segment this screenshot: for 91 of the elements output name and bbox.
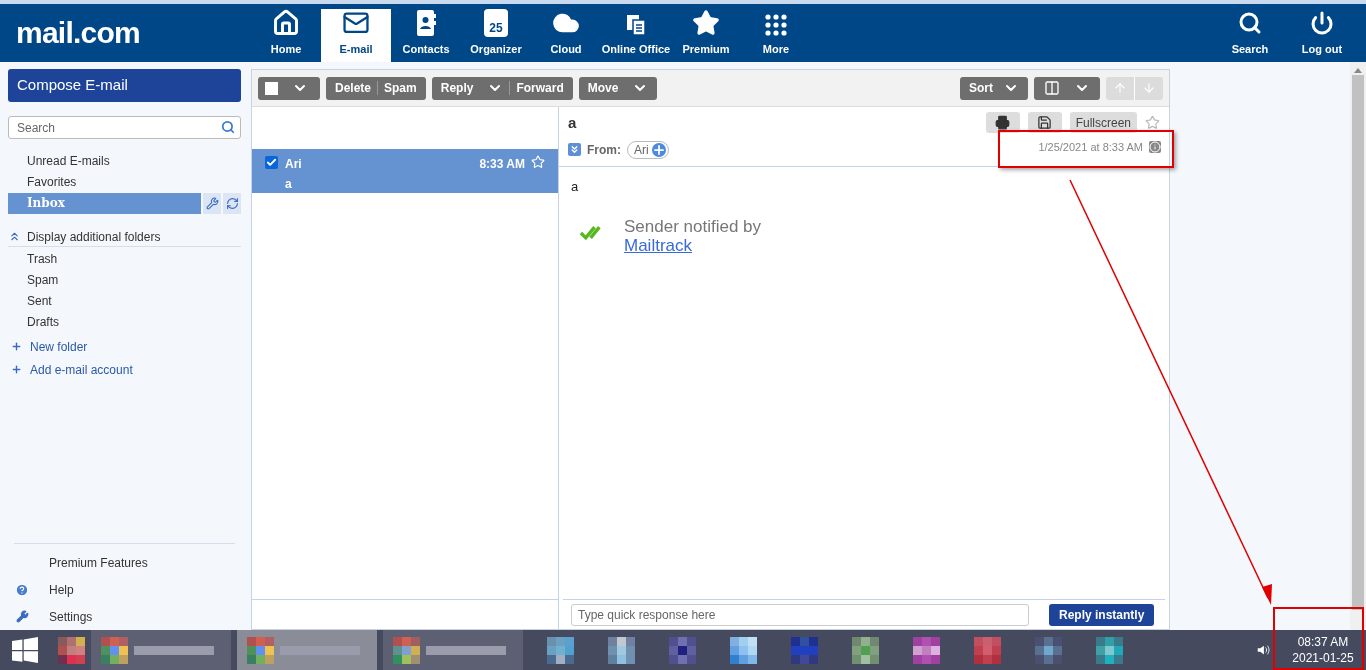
system-clock[interactable]: 08:37 AM 2021-01-25: [1280, 634, 1366, 666]
wrench-icon[interactable]: [15, 610, 29, 623]
expand-icon[interactable]: [568, 143, 581, 156]
quick-reply-field[interactable]: Type quick response here: [571, 604, 1029, 626]
toolbar-button[interactable]: Spam: [378, 79, 423, 97]
taskbar-window-button[interactable]: [91, 630, 231, 670]
wrench-icon[interactable]: [203, 193, 221, 214]
email-body: a: [571, 178, 580, 196]
nav-tab[interactable]: Cloud: [531, 4, 601, 62]
nav-tab[interactable]: Online Office: [601, 4, 671, 62]
plus-icon[interactable]: [11, 364, 22, 375]
folders-toggle[interactable]: Display additional folders: [27, 227, 161, 246]
reply-instantly-button[interactable]: Reply instantly: [1049, 604, 1155, 626]
windows-start-icon[interactable]: [12, 637, 38, 663]
toolbar-button[interactable]: Delete: [329, 79, 378, 97]
collapse-icon[interactable]: [8, 230, 21, 243]
toolbar-button[interactable]: Reply: [434, 79, 510, 97]
checkbox[interactable]: [265, 156, 278, 169]
blurred-app-icon[interactable]: [393, 636, 420, 664]
sort-button[interactable]: Sort: [960, 76, 1028, 100]
folder-item[interactable]: Unread E-mails: [8, 151, 241, 172]
footer-link[interactable]: Settings: [49, 607, 93, 626]
power-icon: [1310, 10, 1334, 35]
taskbar-window-button[interactable]: [383, 630, 523, 670]
blurred-app-icon[interactable]: [730, 636, 757, 664]
search-field[interactable]: Search: [8, 116, 241, 139]
select-all-dropdown[interactable]: [258, 76, 320, 100]
search-button[interactable]: Search: [1214, 4, 1286, 62]
nav-tab[interactable]: Contacts: [391, 4, 461, 62]
notice-text: Sender notified by: [624, 216, 762, 236]
house-icon: [272, 8, 300, 37]
speaker-icon[interactable]: [1256, 643, 1270, 657]
folder-item[interactable]: Favorites: [8, 172, 241, 193]
split-view-icon: [1044, 80, 1060, 96]
nav-tab[interactable]: Home: [251, 4, 321, 62]
search-icon: [1238, 10, 1262, 35]
logout-button[interactable]: Log out: [1286, 4, 1358, 62]
fullscreen-button[interactable]: Fullscreen: [1069, 112, 1137, 133]
search-icon[interactable]: [221, 120, 235, 134]
plus-icon[interactable]: [11, 341, 22, 352]
folder-item[interactable]: Drafts: [8, 312, 241, 333]
blurred-app-icon[interactable]: [247, 636, 274, 664]
blurred-app-icon[interactable]: [608, 636, 635, 664]
documents-icon: [624, 12, 648, 37]
folder-item[interactable]: Spam: [8, 270, 241, 291]
footer-link[interactable]: Premium Features: [49, 553, 148, 572]
arrow-down-icon: [1142, 81, 1156, 95]
blurred-app-icon[interactable]: [852, 636, 879, 664]
nav-tab[interactable]: Premium: [671, 4, 741, 62]
help-icon[interactable]: [15, 582, 29, 597]
blurred-app-icon[interactable]: [1035, 636, 1062, 664]
save-button[interactable]: [1027, 112, 1062, 133]
nav-tab[interactable]: More: [741, 4, 811, 62]
footer-link[interactable]: Help: [49, 580, 74, 599]
blurred-app-icon[interactable]: [101, 636, 128, 664]
folder-item[interactable]: Sent: [8, 291, 241, 312]
star-icon: [692, 8, 720, 37]
nav-tab[interactable]: E-mail: [321, 9, 391, 62]
checkbox[interactable]: [265, 81, 278, 95]
info-icon[interactable]: [1149, 141, 1161, 154]
blurred-app-icon[interactable]: [1096, 636, 1123, 664]
add-contact-icon[interactable]: [651, 142, 666, 157]
folder-item[interactable]: Trash: [8, 249, 241, 270]
blurred-app-icon[interactable]: [913, 636, 940, 664]
calendar-icon: 25: [484, 8, 508, 37]
star-icon[interactable]: [1145, 115, 1160, 130]
blurred-app-icon[interactable]: [547, 636, 574, 664]
address-book-icon: [414, 8, 438, 37]
grid-dots-icon: [764, 12, 788, 37]
compose-button[interactable]: Compose E-mail: [8, 69, 241, 102]
sender-name: Ari: [285, 156, 303, 173]
layout-button[interactable]: [1034, 76, 1100, 100]
add-link[interactable]: Add e-mail account: [30, 360, 133, 379]
blurred-app-icon[interactable]: [58, 636, 85, 664]
refresh-icon[interactable]: [223, 193, 241, 214]
from-label: From:: [587, 141, 621, 159]
print-button[interactable]: [985, 112, 1020, 133]
email-date: 1/25/2021 at 8:33 AM: [1038, 140, 1143, 155]
email-subject: a: [568, 113, 578, 133]
blurred-app-icon[interactable]: [669, 636, 696, 664]
mailtrack-link[interactable]: Mailtrack: [624, 235, 762, 255]
logo[interactable]: mail.com: [16, 18, 141, 48]
add-link[interactable]: New folder: [30, 337, 88, 356]
scrollbar[interactable]: [1350, 62, 1366, 630]
scroll-up-arrow-icon[interactable]: [1354, 68, 1362, 73]
arrow-up-icon: [1113, 81, 1127, 95]
printer-icon: [995, 115, 1011, 130]
message-time: 8:33 AM: [479, 156, 525, 173]
message-subject: a: [285, 176, 293, 193]
toolbar-button[interactable]: Forward: [510, 79, 570, 97]
nav-tab[interactable]: 25 Organizer: [461, 4, 531, 62]
